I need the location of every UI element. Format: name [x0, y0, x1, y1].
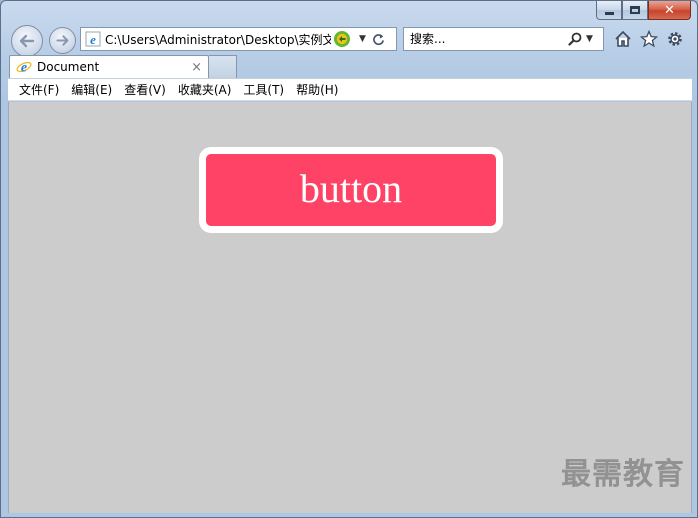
- maximize-button[interactable]: [622, 1, 648, 20]
- address-bar[interactable]: e C:\Users\Administrator\Desktop\实例文 ▼: [80, 27, 397, 51]
- search-box[interactable]: ▼: [403, 27, 604, 51]
- menu-edit[interactable]: 编辑(E): [65, 79, 118, 101]
- forward-button[interactable]: [49, 27, 76, 54]
- page-content: button 最需教育: [8, 102, 692, 515]
- navigation-bar: e C:\Users\Administrator\Desktop\实例文 ▼ ▼: [1, 23, 697, 57]
- search-input[interactable]: [410, 29, 560, 49]
- minimize-button[interactable]: [596, 1, 622, 20]
- caption-buttons: ✕: [596, 1, 691, 21]
- menu-view[interactable]: 查看(V): [118, 79, 172, 101]
- maximize-icon: [630, 6, 640, 14]
- forward-arrow-icon: [56, 35, 69, 46]
- close-button[interactable]: ✕: [648, 1, 691, 20]
- home-button[interactable]: [613, 29, 633, 49]
- tab-strip: e Document ×: [1, 55, 697, 78]
- toolbar-icons: [613, 29, 685, 49]
- gear-icon: [668, 32, 682, 46]
- svg-text:e: e: [21, 61, 27, 76]
- window-bottom-border: [1, 513, 697, 517]
- home-icon: [615, 30, 631, 47]
- address-dropdown-icon[interactable]: ▼: [359, 34, 366, 44]
- menu-file[interactable]: 文件(F): [13, 79, 65, 101]
- star-icon: [640, 30, 658, 48]
- menu-help[interactable]: 帮助(H): [290, 79, 344, 101]
- browser-window: ✕ e C:\Users\Administrator\Desktop\实例文 ▼…: [0, 0, 698, 518]
- compatibility-view-icon[interactable]: [333, 30, 351, 48]
- new-tab-button[interactable]: [209, 55, 237, 78]
- search-dropdown-icon[interactable]: ▼: [586, 34, 593, 44]
- tab-close-icon[interactable]: ×: [191, 60, 202, 75]
- menu-bar: 文件(F) 编辑(E) 查看(V) 收藏夹(A) 工具(T) 帮助(H): [8, 78, 692, 101]
- favorites-button[interactable]: [639, 29, 659, 49]
- menu-tools[interactable]: 工具(T): [237, 79, 290, 101]
- back-button[interactable]: [11, 25, 43, 57]
- search-icon[interactable]: [568, 32, 582, 46]
- settings-button[interactable]: [665, 29, 685, 49]
- tab-document[interactable]: e Document ×: [9, 55, 209, 78]
- ie-page-icon: e: [85, 31, 101, 47]
- address-text[interactable]: C:\Users\Administrator\Desktop\实例文: [105, 31, 331, 48]
- back-arrow-icon: [19, 34, 35, 48]
- watermark-text: 最需教育: [561, 457, 685, 492]
- demo-button[interactable]: button: [199, 147, 503, 233]
- close-icon: ✕: [664, 2, 675, 18]
- refresh-icon[interactable]: [372, 33, 385, 46]
- menu-favorites[interactable]: 收藏夹(A): [172, 79, 238, 101]
- tab-title: Document: [37, 60, 100, 74]
- minimize-icon: [604, 11, 614, 15]
- svg-text:e: e: [90, 32, 96, 47]
- ie-tab-icon: e: [16, 61, 32, 76]
